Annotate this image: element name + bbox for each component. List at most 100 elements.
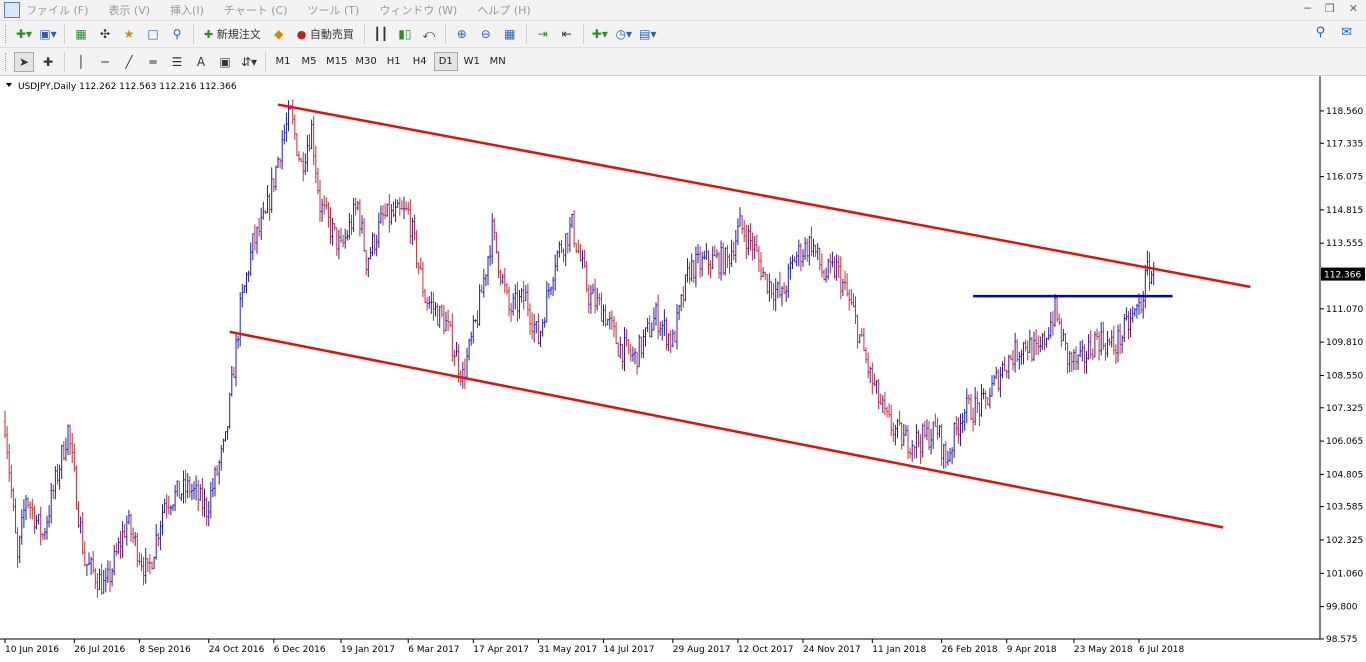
tile-windows-icon[interactable]: ▦ [500,24,520,44]
timeframe-h4[interactable]: H4 [408,52,432,71]
strategy-tester-icon[interactable]: ⚲ [167,24,187,44]
timeframe-h1[interactable]: H1 [382,52,406,71]
ohlc-bar [747,225,750,256]
ohlc-bar [596,287,599,311]
ohlc-bar [161,504,164,536]
timeframe-mn[interactable]: MN [486,52,510,71]
candlestick-icon[interactable]: ▮▯ [395,24,415,44]
ohlc-bar [146,558,149,572]
fibonacci-icon[interactable]: ☰ [167,52,187,72]
ohlc-bar [264,209,267,214]
ohlc-bar [533,314,536,343]
ohlc-bar [165,494,168,519]
restore-icon[interactable]: ❐ [1325,2,1335,15]
ohlc-bar [571,213,573,229]
menu-tools[interactable]: ツール (T) [308,2,360,18]
menu-file[interactable]: ファイル (F) [26,2,88,18]
ohlc-bar [424,288,426,304]
timeframe-m5[interactable]: M5 [297,52,321,71]
zoom-in-icon[interactable]: ⊕ [452,24,472,44]
line-chart-icon[interactable]: ⤺ [419,24,439,44]
ohlc-bar [400,200,403,210]
ohlc-bar [955,415,958,436]
chat-icon[interactable]: ✉ [1341,25,1352,40]
upper-trendline [277,103,1251,289]
ohlc-bar [837,255,840,279]
toolbar-grip [5,52,9,71]
ohlc-bar [432,292,435,321]
cursor-arrow-icon[interactable]: ➤ [14,51,34,72]
timeframe-m1[interactable]: M1 [271,52,295,71]
timeframe-m30[interactable]: M30 [352,52,379,71]
toolbar-separator [525,24,527,44]
ohlc-bar [718,251,720,279]
market-watch-icon[interactable]: ▦ [71,24,91,44]
timeframe-d1[interactable]: D1 [433,52,458,71]
crosshair-icon[interactable]: ✚ [38,52,58,72]
chart-window[interactable]: USDJPY,Daily 112.262 112.563 112.216 112… [0,76,1366,662]
ohlc-bar [757,245,760,273]
ohlc-bar [699,246,702,278]
periods-clock-button[interactable]: ◷▾ [614,24,634,44]
ohlc-bar [235,333,237,387]
ohlc-bar [583,249,586,268]
templates-button[interactable]: ▤▾ [638,24,658,44]
ohlc-bar [109,560,111,593]
new-order-button[interactable]: ✚ 新規注文 [200,24,265,44]
arrows-dropdown-icon[interactable]: ⇵▾ [239,52,259,72]
chart-shift-icon[interactable]: ⇤ [557,24,577,44]
terminal-icon[interactable]: □ [143,24,163,44]
ohlc-bar [136,532,139,568]
y-tick-label: 113.555 [1326,239,1363,249]
text-tool-button[interactable]: A [191,52,211,72]
ohlc-bar [829,253,832,274]
ohlc-bar [98,568,101,590]
navigator-icon[interactable]: ✣ [95,24,115,44]
trendline-icon[interactable]: ╱ [119,52,139,72]
menu-chart[interactable]: チャート (C) [224,2,288,18]
price-chart[interactable]: USDJPY,Daily 112.262 112.563 112.216 112… [0,76,1366,662]
menu-help[interactable]: ヘルプ (H) [477,2,530,18]
bar-chart-icon[interactable]: ┃┃ [371,24,391,44]
ohlc-bar [577,239,580,254]
menu-window[interactable]: ウィンドウ (W) [379,2,457,18]
horizontal-line-icon[interactable]: ─ [95,52,115,72]
ohlc-bar [453,349,456,367]
ohlc-bar [808,235,811,266]
ohlc-bar [419,257,422,270]
equidistant-channel-icon[interactable]: ═ [143,52,163,72]
metaeditor-icon[interactable]: ◆ [269,24,289,44]
ohlc-bar [356,201,359,211]
ohlc-bar [489,245,492,266]
timeframe-m15[interactable]: M15 [323,52,350,71]
vertical-line-icon[interactable]: │ [71,52,91,72]
ohlc-bar [487,255,489,286]
favorites-star-icon[interactable]: ★ [119,24,139,44]
ohlc-bar [54,466,57,500]
text-label-icon[interactable]: ▣ [215,52,235,72]
ohlc-bar [113,544,116,576]
profiles-button[interactable]: ▣▾ [38,24,58,44]
ohlc-bar [239,292,242,347]
ohlc-bar [157,532,160,547]
ohlc-bar [138,552,141,566]
menu-view[interactable]: 表示 (V) [108,2,150,18]
minimize-icon[interactable]: ─ [1304,2,1311,15]
timeframe-w1[interactable]: W1 [460,52,484,71]
ohlc-bar [581,250,584,269]
menu-insert[interactable]: 挿入(I) [170,2,204,18]
indicators-button[interactable]: ✚▾ [590,24,610,44]
zoom-out-icon[interactable]: ⊖ [476,24,496,44]
auto-trade-button[interactable]: ● 自動売買 [293,24,358,44]
ohlc-bar [925,419,928,441]
ohlc-bar [547,283,550,299]
ohlc-bar [592,283,594,294]
close-icon[interactable]: ✕ [1349,2,1358,15]
search-icon[interactable]: ⚲ [1316,25,1326,40]
ohlc-bar [1150,271,1153,285]
new-chart-button[interactable]: ✚▾ [14,24,34,44]
ohlc-bar [60,444,63,480]
ohlc-bar [997,369,1000,392]
auto-scroll-icon[interactable]: ⇥ [533,24,553,44]
y-tick-label: 117.335 [1326,139,1363,149]
